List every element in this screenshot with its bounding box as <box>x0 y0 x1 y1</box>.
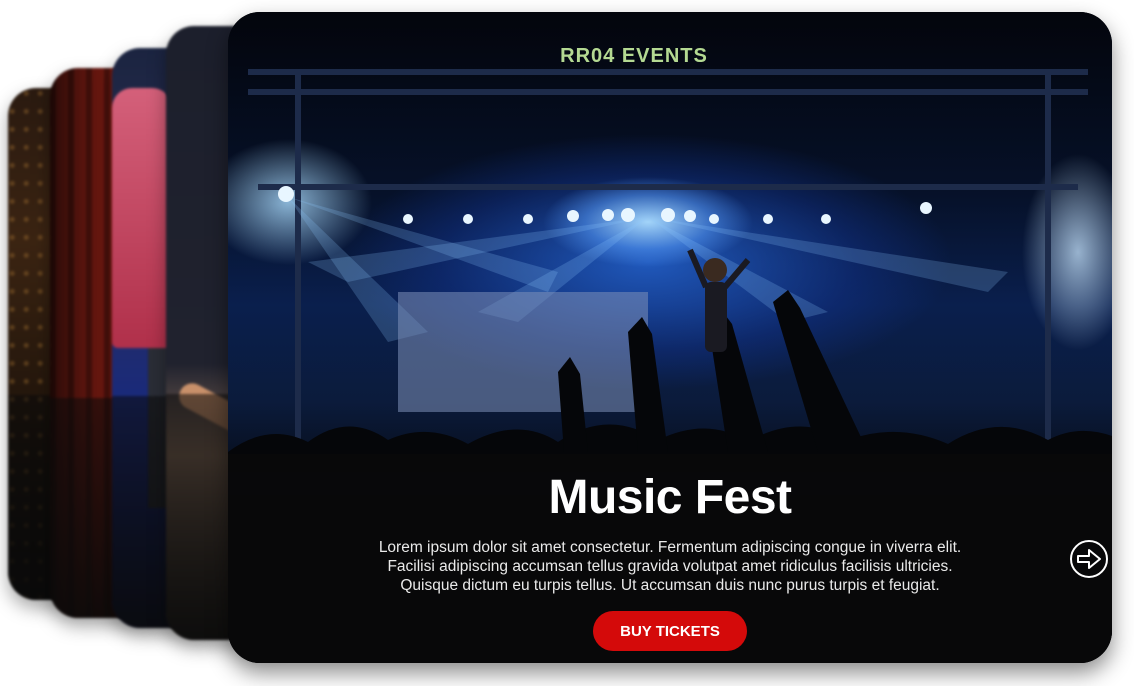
arrow-right-circle-icon <box>1070 540 1108 578</box>
event-carousel: RR04 EVENTS Music Fest Lorem ipsum dolor… <box>0 0 1134 686</box>
card-image <box>112 88 172 348</box>
description-line: Lorem ipsum dolor sit amet consectetur. … <box>378 539 962 556</box>
event-banner-sign: RR04 EVENTS <box>560 45 708 67</box>
slide-description: Lorem ipsum dolor sit amet consectetur. … <box>340 538 1000 595</box>
buy-tickets-button[interactable]: BUY TICKETS <box>593 611 747 651</box>
stage-illustration: RR04 EVENTS <box>228 45 1112 472</box>
carousel-card-active: RR04 EVENTS Music Fest Lorem ipsum dolor… <box>228 12 1112 663</box>
next-slide-button[interactable] <box>1069 539 1109 579</box>
description-line: Quisque dictum eu turpis tellus. Ut accu… <box>400 577 940 594</box>
slide-caption: Music Fest Lorem ipsum dolor sit amet co… <box>228 454 1112 663</box>
description-line: Facilisi adipiscing accumsan tellus grav… <box>387 558 953 575</box>
slide-title: Music Fest <box>548 471 792 524</box>
